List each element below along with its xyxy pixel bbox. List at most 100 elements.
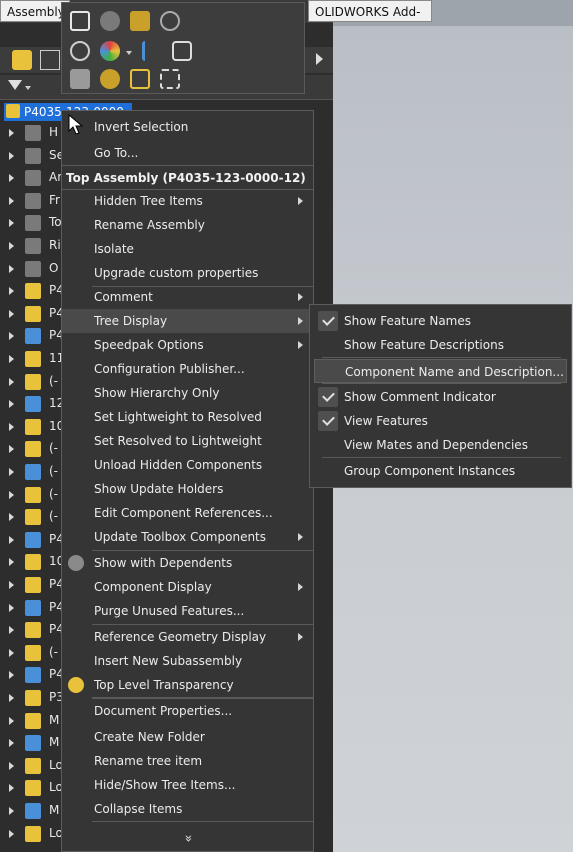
tree-row[interactable]: Lo — [0, 823, 63, 845]
menu-item-set-resolved-to-lightweight[interactable]: Set Resolved to Lightweight — [62, 429, 313, 453]
expand-arrow-icon[interactable] — [9, 490, 14, 499]
expand-arrow-icon[interactable] — [9, 355, 14, 363]
view-mates-icon[interactable] — [172, 41, 192, 61]
isolate-icon[interactable] — [130, 69, 150, 89]
tree-row[interactable]: Fr — [0, 190, 62, 212]
menu-item-set-lightweight-to-resolved[interactable]: Set Lightweight to Resolved — [62, 405, 313, 429]
tree-row[interactable]: (- — [0, 642, 62, 664]
tab-addins[interactable]: OLIDWORKS Add-Ins — [308, 0, 432, 41]
menu-item-top-level-transparency[interactable]: Top Level Transparency — [62, 673, 313, 697]
menu-item-go-to[interactable]: Go To... — [62, 141, 313, 165]
expand-arrow-icon[interactable] — [9, 716, 14, 725]
feature-tree-tab-icon[interactable] — [12, 50, 32, 70]
property-tab-icon[interactable] — [40, 50, 60, 70]
expand-arrow-icon[interactable] — [9, 219, 14, 228]
menu-item-comment[interactable]: Comment — [62, 285, 313, 309]
tree-row[interactable]: P4 — [0, 619, 64, 641]
expand-arrow-icon[interactable] — [9, 445, 14, 454]
expand-arrow-icon[interactable] — [9, 332, 14, 341]
tree-row[interactable]: (- — [0, 438, 62, 460]
filter-dropdown-arrow-icon[interactable] — [25, 86, 31, 90]
tree-row[interactable]: Ri — [0, 235, 62, 257]
expand-arrow-icon[interactable] — [9, 468, 14, 476]
menu-item-show-hierarchy-only[interactable]: Show Hierarchy Only — [62, 381, 313, 405]
expand-arrow-icon[interactable] — [9, 581, 14, 589]
expand-arrow-icon[interactable] — [9, 400, 14, 409]
menu-item-show-update-holders[interactable]: Show Update Holders — [62, 477, 313, 501]
paperclip-icon[interactable] — [160, 11, 180, 31]
tree-row[interactable]: Lo — [0, 755, 63, 777]
expand-arrow-icon[interactable] — [9, 196, 14, 205]
menu-item-speedpak-options[interactable]: Speedpak Options — [62, 333, 313, 357]
pattern-icon[interactable] — [160, 69, 180, 89]
open-part-icon[interactable] — [70, 11, 90, 31]
expand-arrow-icon[interactable] — [9, 535, 14, 544]
tree-row[interactable]: M — [0, 710, 62, 732]
dropdown-arrow-icon[interactable] — [126, 51, 132, 55]
submenu-item-show-comment-indicator[interactable]: Show Comment Indicator — [314, 385, 567, 409]
tree-row[interactable]: 10 — [0, 416, 64, 438]
tree-row[interactable]: P4 — [0, 664, 64, 686]
expand-arrow-icon[interactable] — [9, 648, 14, 657]
component-properties-icon[interactable] — [130, 11, 150, 31]
expand-arrow-icon[interactable] — [9, 242, 14, 250]
expand-arrow-icon[interactable] — [9, 513, 14, 522]
expand-arrow-icon[interactable] — [9, 174, 14, 183]
menu-item-rename-assembly[interactable]: Rename Assembly — [62, 213, 313, 237]
expand-arrow-icon[interactable] — [9, 829, 14, 838]
expand-arrow-icon[interactable] — [9, 739, 14, 748]
tree-row[interactable]: Ar — [0, 167, 62, 189]
menu-item-upgrade-custom-properties[interactable]: Upgrade custom properties — [62, 261, 313, 285]
filter-icon[interactable] — [8, 80, 22, 90]
tree-row[interactable]: O — [0, 258, 62, 280]
submenu-item-group-component-instances[interactable]: Group Component Instances — [314, 459, 567, 483]
menu-item-unload-hidden-components[interactable]: Unload Hidden Components — [62, 453, 313, 477]
expand-arrow-icon[interactable] — [9, 761, 14, 770]
zoom-to-selection-icon[interactable] — [70, 41, 90, 61]
smart-mate-icon[interactable] — [70, 69, 90, 89]
menu-item-edit-component-references[interactable]: Edit Component References... — [62, 501, 313, 525]
menu-item-isolate[interactable]: Isolate — [62, 237, 313, 261]
menu-item-hidden-tree-items[interactable]: Hidden Tree Items — [62, 189, 313, 213]
tree-row[interactable]: P3 — [0, 687, 64, 709]
tree-row[interactable]: P4 — [0, 597, 64, 619]
menu-item-update-toolbox-components[interactable]: Update Toolbox Components — [62, 525, 313, 549]
tree-row[interactable]: P4 — [0, 529, 64, 551]
expand-arrow-icon[interactable] — [9, 807, 14, 815]
submenu-item-show-feature-descriptions[interactable]: Show Feature Descriptions — [314, 333, 567, 357]
menu-item-document-properties[interactable]: Document Properties... — [62, 699, 313, 723]
tree-row[interactable]: 12 — [0, 393, 64, 415]
menu-item-reference-geometry-display[interactable]: Reference Geometry Display — [62, 625, 313, 649]
expand-arrow-icon[interactable] — [9, 784, 14, 793]
menu-item-rename-tree-item[interactable]: Rename tree item — [62, 749, 313, 773]
submenu-item-show-feature-names[interactable]: Show Feature Names — [314, 309, 567, 333]
tree-row[interactable]: H — [0, 122, 62, 144]
tree-row[interactable]: (- — [0, 461, 62, 483]
submenu-item-view-mates-and-dependencies[interactable]: View Mates and Dependencies — [314, 433, 567, 457]
menu-item-invert-selection[interactable]: Invert Selection — [62, 115, 313, 139]
expand-arrow-icon[interactable] — [9, 151, 14, 160]
expand-arrow-icon[interactable] — [9, 309, 14, 318]
tree-row[interactable]: To — [0, 212, 62, 234]
menu-item-configuration-publisher[interactable]: Configuration Publisher... — [62, 357, 313, 381]
tab-assembly[interactable]: Assembly — [0, 0, 70, 22]
expand-arrow-icon[interactable] — [9, 626, 14, 635]
tree-row[interactable]: Se — [0, 145, 64, 167]
tree-row[interactable]: (- — [0, 484, 62, 506]
menu-item-hide-show-tree-items[interactable]: Hide/Show Tree Items... — [62, 773, 313, 797]
menu-item-collapse-items[interactable]: Collapse Items — [62, 797, 313, 821]
menu-item-insert-new-subassembly[interactable]: Insert New Subassembly — [62, 649, 313, 673]
expand-arrow-icon[interactable] — [9, 129, 14, 137]
tree-row[interactable]: P4 — [0, 325, 64, 347]
expand-arrow-icon[interactable] — [9, 287, 14, 296]
expand-arrow-icon[interactable] — [9, 558, 14, 567]
menu-item-tree-display[interactable]: Tree Display — [62, 309, 313, 333]
tree-row[interactable]: (- — [0, 371, 62, 393]
expand-arrow-icon[interactable] — [9, 422, 14, 431]
menu-item-create-new-folder[interactable]: Create New Folder — [62, 725, 313, 749]
expand-arrow-icon[interactable] — [9, 694, 14, 702]
tree-row[interactable]: P4 — [0, 574, 64, 596]
tree-row[interactable]: P4 — [0, 280, 64, 302]
panel-scroll-right-icon[interactable] — [316, 53, 323, 65]
hide-icon[interactable] — [100, 11, 120, 31]
